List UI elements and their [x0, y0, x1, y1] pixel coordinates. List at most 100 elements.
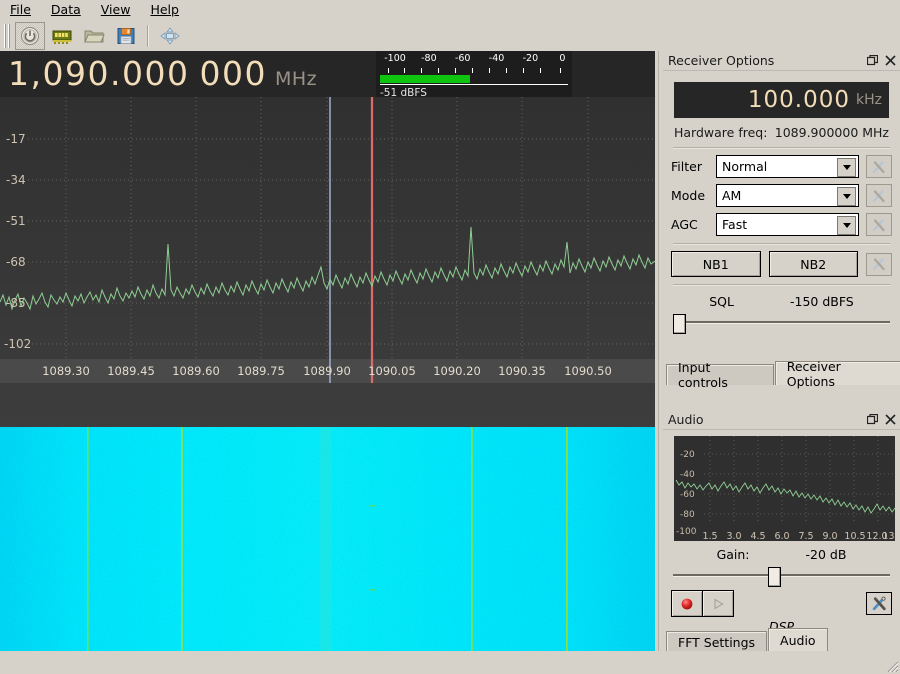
move-button[interactable]: [155, 22, 185, 50]
power-button[interactable]: [15, 21, 45, 50]
tab-audio[interactable]: Audio: [768, 628, 828, 652]
smeter-tick-label: -60: [454, 53, 471, 64]
agc-value: Fast: [722, 217, 748, 232]
float-button[interactable]: [864, 412, 880, 428]
fft-y-tick-label: -102: [4, 337, 31, 351]
filter-offset-digits[interactable]: 100.000: [748, 85, 850, 115]
close-button[interactable]: [882, 53, 898, 69]
waterfall-plot[interactable]: [0, 427, 655, 674]
agc-config-button: [866, 213, 892, 236]
fft-x-tick-label: 1090.20: [433, 364, 481, 378]
fft-plot[interactable]: -17 -34 -51 -68 -85 -102 1089.30 1089.45…: [0, 97, 655, 427]
nb-config-button: [866, 252, 892, 276]
fft-x-tick-label: 1089.75: [237, 364, 285, 378]
float-icon: [866, 414, 878, 425]
filter-label: Filter: [671, 159, 702, 174]
toolbar-separator: [147, 24, 149, 47]
play-icon: [714, 597, 724, 610]
tools-icon: [872, 218, 885, 231]
waterfall-signal-streak: [87, 427, 89, 674]
menu-view[interactable]: View: [91, 0, 141, 20]
toolbar-drag-handle[interactable]: [2, 23, 11, 49]
audio-x-tick-label: 13.5: [882, 531, 895, 541]
audio-title-bar: Audio: [663, 410, 900, 430]
close-button[interactable]: [882, 412, 898, 428]
sql-slider-handle[interactable]: [673, 314, 686, 334]
fft-x-tick-label: 1089.90: [303, 364, 351, 378]
filter-offset-display[interactable]: 100.000 kHz: [674, 82, 889, 118]
frequency-display[interactable]: 1,090.000 000 MHz: [0, 55, 317, 93]
audio-x-tick-label: 7.5: [798, 531, 813, 541]
chevron-down-icon[interactable]: [837, 216, 856, 235]
hardware-freq-row: Hardware freq: 1089.900000 MHz: [674, 125, 889, 140]
gain-slider-groove: [673, 574, 890, 577]
mode-row: Mode AM: [671, 184, 892, 207]
record-button[interactable]: [671, 590, 703, 617]
smeter-tick-label: -20: [522, 53, 539, 64]
tab-receiver-options[interactable]: Receiver Options: [774, 359, 900, 389]
mode-label: Mode: [671, 188, 706, 203]
float-button[interactable]: [864, 53, 880, 69]
open-file-button[interactable]: [79, 22, 109, 50]
menu-bar: File Data View Help: [0, 0, 900, 20]
fft-x-tick-label: 1090.50: [564, 364, 612, 378]
chevron-down-icon[interactable]: [837, 158, 856, 177]
dsp-config-button[interactable]: [866, 592, 892, 615]
audio-dock-tabs: FFT Settings Audio: [663, 628, 900, 652]
menu-view-label: View: [100, 2, 131, 17]
waterfall-signal-streak: [566, 427, 568, 674]
nb2-button[interactable]: NB2: [768, 251, 858, 277]
power-icon: [21, 26, 39, 45]
gain-label: Gain:: [716, 547, 750, 562]
audio-y-tick-label: -60: [680, 490, 695, 500]
menu-help-label: Help: [150, 2, 179, 17]
folder-icon: [84, 30, 105, 42]
frequency-digits-dim[interactable]: 000: [199, 55, 267, 93]
audio-x-tick-label: 4.5: [750, 531, 765, 541]
sql-slider-groove: [673, 321, 890, 324]
audio-x-tick-label: 6.0: [774, 531, 789, 541]
resize-grip-icon[interactable]: [884, 658, 899, 673]
filter-select[interactable]: Normal: [716, 155, 859, 178]
filter-config-button: [866, 155, 892, 178]
save-file-button[interactable]: [111, 22, 141, 50]
tab-fft-settings[interactable]: FFT Settings: [666, 631, 768, 652]
fft-y-tick-label: -68: [6, 255, 26, 269]
frequency-digits-bright[interactable]: 1,090.000: [8, 55, 189, 93]
separator: [673, 284, 890, 286]
float-icon: [866, 55, 878, 66]
smeter-bar: [380, 75, 471, 83]
fft-y-tick-label: -34: [6, 173, 26, 187]
dsp-device-button[interactable]: [47, 22, 77, 50]
gain-slider-handle[interactable]: [768, 567, 782, 587]
menu-data[interactable]: Data: [41, 0, 91, 20]
nb1-button[interactable]: NB1: [671, 251, 761, 277]
menu-help[interactable]: Help: [140, 0, 189, 20]
fft-x-tick-label: 1089.30: [42, 364, 90, 378]
tab-input-controls[interactable]: Input controls: [666, 360, 774, 390]
separator: [673, 147, 890, 149]
sql-slider[interactable]: [673, 311, 890, 334]
waterfall-svg: [0, 427, 655, 674]
audio-fft-plot[interactable]: -20 -40 -60 -80 -100 1.5 3.0 4.5 6.0 7.5…: [674, 436, 900, 542]
record-icon: [681, 598, 693, 609]
frequency-unit: MHz: [274, 68, 318, 90]
close-icon: [884, 55, 896, 66]
gain-slider[interactable]: [673, 564, 890, 587]
main-splitter[interactable]: [655, 51, 663, 651]
fft-plot-svg: -17 -34 -51 -68 -85 -102 1089.30 1089.45…: [0, 97, 655, 427]
smeter-tick-label: -100: [384, 53, 406, 64]
mode-value: AM: [722, 188, 742, 203]
chevron-down-icon[interactable]: [837, 187, 856, 206]
tools-icon: [872, 160, 885, 173]
receiver-options-title: Receiver Options: [668, 53, 775, 68]
smeter-ticks: [380, 68, 568, 74]
menu-file[interactable]: File: [0, 0, 41, 20]
audio-x-tick-label: 10.5: [844, 531, 865, 541]
receiver-options-body: 100.000 kHz Hardware freq: 1089.900000 M…: [663, 71, 900, 334]
fft-x-tick-label: 1090.05: [368, 364, 416, 378]
agc-row: AGC Fast: [671, 213, 892, 236]
mode-select[interactable]: AM: [716, 184, 859, 207]
smeter-tick-label: 0: [559, 53, 566, 64]
agc-select[interactable]: Fast: [716, 213, 859, 236]
